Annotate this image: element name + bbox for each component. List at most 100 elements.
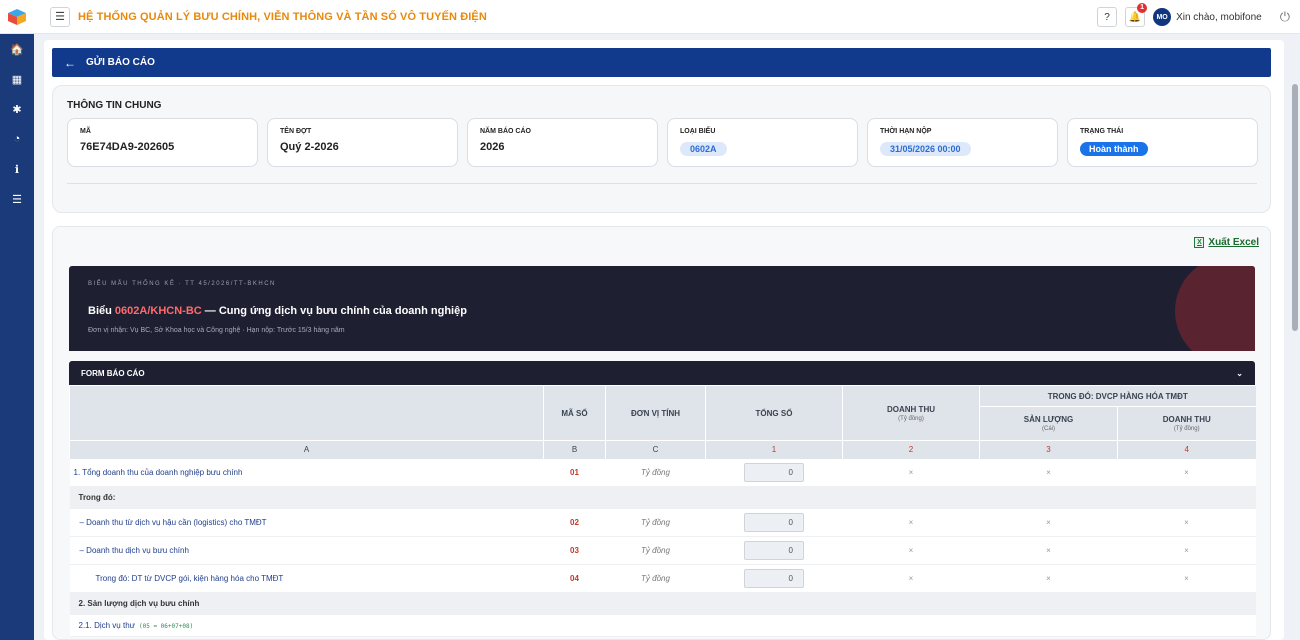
user-menu[interactable]: MO Xin chào, mobifone bbox=[1153, 8, 1262, 26]
sidebar-item-map[interactable]: ▦ bbox=[0, 64, 34, 94]
row-unit: Tỷ đồng bbox=[605, 536, 706, 565]
form-title: FORM BÁO CÁO bbox=[81, 368, 145, 378]
excel-icon: X bbox=[1194, 237, 1205, 248]
info-icon: ℹ bbox=[14, 163, 20, 176]
sidebar: 🏠 ▦ ✱ ◔ ℹ ☰ bbox=[0, 34, 34, 640]
group-label: 2.1. Dịch vụ thư (05 = 06+07+08) bbox=[69, 614, 1256, 637]
report-table: MÃ SỐ ĐƠN VỊ TÍNH TỔNG SỐ DOANH THU (Tỷ đ… bbox=[69, 385, 1256, 637]
back-arrow-icon[interactable]: ← bbox=[64, 56, 76, 70]
power-icon[interactable]: ⏻ bbox=[1280, 9, 1290, 25]
card-batch-name: TÊN ĐỢT Quý 2-2026 bbox=[267, 118, 458, 167]
page-scrollbar[interactable] bbox=[1290, 34, 1300, 640]
sidebar-item-reports[interactable]: ◔ bbox=[0, 124, 34, 154]
list-icon: ☰ bbox=[12, 193, 22, 206]
group-formula: (05 = 06+07+08) bbox=[139, 623, 194, 630]
card-value: 76E74DA9-202605 bbox=[80, 141, 175, 153]
disabled-cell: × bbox=[979, 508, 1118, 537]
menu-toggle-button[interactable]: ☰ bbox=[50, 6, 70, 27]
header-volume-unit: (Cái) bbox=[1042, 426, 1055, 432]
header-indicator bbox=[69, 385, 544, 441]
app-title: HỆ THỐNG QUẢN LÝ BƯU CHÍNH, VIỄN THÔNG V… bbox=[78, 10, 487, 23]
total-input[interactable]: 0 bbox=[744, 513, 804, 532]
page-header: ← GỬI BÁO CÁO bbox=[52, 48, 1271, 77]
card-label: MÃ bbox=[80, 128, 91, 135]
top-right-actions: ? 🔔 1 MO Xin chào, mobifone ⏻ bbox=[1097, 0, 1300, 34]
hamburger-icon: ☰ bbox=[55, 11, 65, 23]
report-table-wrap: MÃ SỐ ĐƠN VỊ TÍNH TỔNG SỐ DOANH THU (Tỷ đ… bbox=[69, 385, 1256, 637]
row-unit: Tỷ đồng bbox=[605, 458, 706, 487]
table-row: – Doanh thu từ dịch vụ hậu cần (logistic… bbox=[69, 508, 1256, 537]
row-unit: Tỷ đồng bbox=[605, 564, 706, 593]
section-label: Trong đó: bbox=[69, 486, 1256, 509]
card-label: TRẠNG THÁI bbox=[1080, 128, 1124, 135]
help-button[interactable]: ? bbox=[1097, 7, 1118, 27]
card-form-type: LOẠI BIỂU 0602A bbox=[667, 118, 858, 167]
row-code: 02 bbox=[543, 508, 606, 537]
col-index-b: B bbox=[543, 440, 606, 459]
row-code: 01 bbox=[543, 458, 606, 487]
banner-subtitle: BIỂU MẪU THỐNG KÊ · TT 45/2026/TT-BKHCN bbox=[88, 281, 276, 287]
row-label: – Doanh thu dịch vụ bưu chính bbox=[69, 536, 544, 565]
table-row: 1. Tổng doanh thu của doanh nghiệp bưu c… bbox=[69, 458, 1256, 487]
col-index-1: 1 bbox=[705, 440, 843, 459]
table-group-row: 2.1. Dịch vụ thư (05 = 06+07+08) bbox=[69, 614, 1256, 637]
card-report-year: NĂM BÁO CÁO 2026 bbox=[467, 118, 658, 167]
total-input[interactable]: 0 bbox=[744, 541, 804, 560]
report-form-area: X Xuất Excel BIỂU MẪU THỐNG KÊ · TT 45/2… bbox=[52, 226, 1271, 640]
form-section-header[interactable]: FORM BÁO CÁO ⌄ bbox=[69, 361, 1255, 385]
disabled-cell: × bbox=[842, 458, 980, 487]
export-excel-link[interactable]: X Xuất Excel bbox=[1194, 237, 1259, 248]
card-value: Quý 2-2026 bbox=[280, 141, 339, 153]
section-label: 2. Sản lượng dịch vụ bưu chính bbox=[69, 592, 1256, 615]
disabled-cell: × bbox=[979, 564, 1118, 593]
row-total-cell: 0 bbox=[705, 536, 843, 565]
row-label: Trong đó: DT từ DVCP gói, kiện hàng hóa … bbox=[69, 564, 544, 593]
sidebar-item-info[interactable]: ℹ bbox=[0, 154, 34, 184]
card-label: NĂM BÁO CÁO bbox=[480, 128, 531, 135]
col-index-3: 3 bbox=[979, 440, 1118, 459]
total-input[interactable]: 0 bbox=[744, 569, 804, 588]
card-label: LOẠI BIỂU bbox=[680, 128, 716, 135]
disabled-cell: × bbox=[979, 536, 1118, 565]
card-label: TÊN ĐỢT bbox=[280, 128, 312, 135]
disabled-cell: × bbox=[1117, 508, 1256, 537]
map-icon: ▦ bbox=[11, 73, 23, 86]
header-revenue-label: DOANH THU bbox=[887, 404, 935, 414]
table-row: Trong đó: DT từ DVCP gói, kiện hàng hóa … bbox=[69, 564, 1256, 593]
header-code: MÃ SỐ bbox=[543, 385, 606, 441]
col-index-4: 4 bbox=[1117, 440, 1256, 459]
question-icon: ? bbox=[1104, 11, 1110, 23]
row-total-cell: 0 bbox=[705, 564, 843, 593]
header-revenue-2-label: DOANH THU bbox=[1162, 415, 1211, 424]
sidebar-item-network[interactable]: ✱ bbox=[0, 94, 34, 124]
user-greeting: Xin chào, mobifone bbox=[1176, 11, 1262, 23]
notification-button[interactable]: 🔔 1 bbox=[1125, 3, 1148, 27]
logo-icon bbox=[8, 8, 26, 25]
total-input[interactable]: 0 bbox=[744, 462, 804, 482]
row-label: 1. Tổng doanh thu của doanh nghiệp bưu c… bbox=[69, 458, 544, 487]
card-code: MÃ 76E74DA9-202605 bbox=[67, 118, 258, 167]
disabled-cell: × bbox=[1117, 564, 1256, 593]
card-status: TRẠNG THÁI Hoàn thành bbox=[1067, 118, 1258, 167]
info-cards: MÃ 76E74DA9-202605 TÊN ĐỢT Quý 2-2026 NĂ… bbox=[67, 118, 1258, 167]
app-logo[interactable] bbox=[0, 0, 34, 34]
col-index-c: C bbox=[605, 440, 706, 459]
disabled-cell: × bbox=[842, 564, 980, 593]
chevron-down-icon[interactable]: ⌄ bbox=[1236, 369, 1243, 378]
sidebar-item-list[interactable]: ☰ bbox=[0, 184, 34, 214]
table-section-row: Trong đó: bbox=[69, 486, 1256, 509]
banner-form-code: 0602A/KHCN-BC bbox=[114, 305, 202, 317]
row-code: 04 bbox=[543, 564, 606, 593]
table-row: – Doanh thu dịch vụ bưu chính 03 Tỷ đồng… bbox=[69, 536, 1256, 565]
row-label: – Doanh thu từ dịch vụ hậu cần (logistic… bbox=[69, 508, 544, 537]
banner-title-suffix: — Cung ứng dịch vụ bưu chính của doanh n… bbox=[201, 305, 467, 317]
disabled-cell: × bbox=[842, 536, 980, 565]
top-bar: ☰ HỆ THỐNG QUẢN LÝ BƯU CHÍNH, VIỄN THÔNG… bbox=[0, 0, 1300, 34]
home-icon: 🏠 bbox=[10, 43, 24, 56]
chart-pie-icon: ◔ bbox=[13, 133, 21, 145]
sidebar-item-home[interactable]: 🏠 bbox=[0, 34, 34, 64]
disabled-cell: × bbox=[1117, 458, 1256, 487]
avatar: MO bbox=[1153, 8, 1172, 26]
disabled-cell: × bbox=[842, 508, 980, 537]
scrollbar-thumb[interactable] bbox=[1292, 84, 1298, 331]
